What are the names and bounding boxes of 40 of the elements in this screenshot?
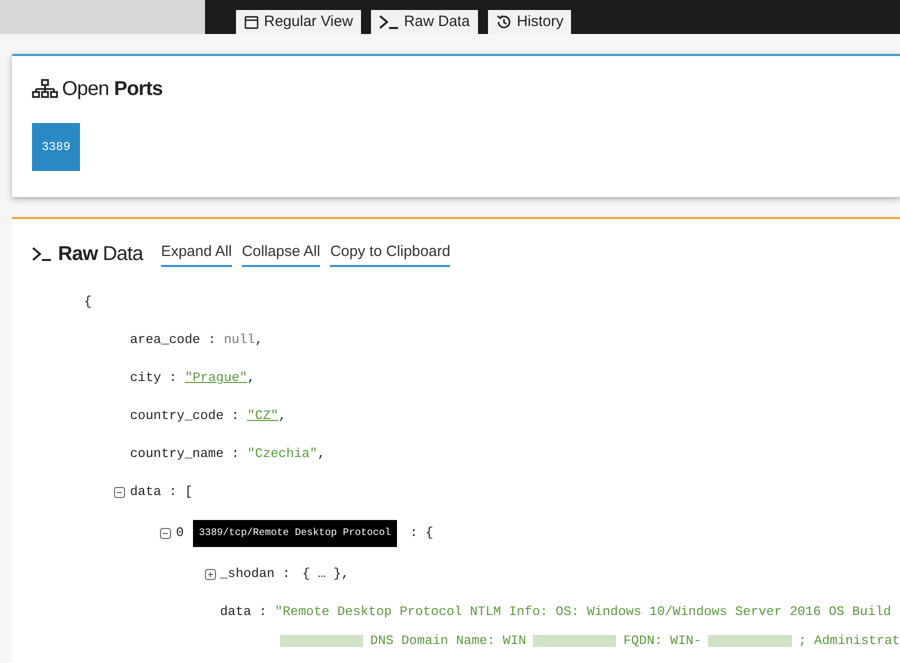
action-link[interactable]: Expand All: [160, 241, 232, 267]
view-tab[interactable]: Regular View: [236, 10, 361, 34]
collapse-toggle-icon[interactable]: [114, 486, 125, 498]
terminal-prompt-icon: [32, 247, 52, 261]
json-key: data :: [130, 482, 177, 502]
json-index: 0: [176, 524, 184, 542]
action-link[interactable]: Collapse All: [242, 241, 320, 267]
json-value: "Remote Desktop Protocol NTLM Info: OS: Windows 10/Windows Server 2016 OS Build: [274, 603, 892, 622]
view-tab[interactable]: History: [488, 10, 572, 34]
json-value: "Czechia": [247, 445, 318, 464]
json-key: data :: [220, 602, 267, 622]
json-key: area_code :: [130, 330, 216, 350]
action-link[interactable]: Copy to Clipboard: [330, 241, 450, 267]
json-brace: : {: [410, 524, 434, 542]
json-key: country_name :: [130, 444, 240, 464]
history-icon: [496, 14, 512, 30]
collapse-toggle-icon[interactable]: [160, 528, 171, 538]
json-value: ; Administrat: [798, 632, 900, 650]
json-key: city :: [130, 368, 177, 388]
section-title: Raw Data: [58, 242, 143, 267]
network-icon: [32, 79, 58, 99]
view-tab[interactable]: Raw Data: [370, 10, 478, 34]
json-key: country_code :: [130, 406, 240, 426]
json-comma: ,: [247, 369, 256, 388]
json-comma: ,: [255, 331, 263, 350]
json-comma: ,: [317, 445, 326, 464]
window-icon: [244, 14, 259, 30]
terminal-prompt-icon: [378, 15, 399, 29]
json-key: _shodan :: [220, 564, 290, 584]
json-bracket: [: [184, 483, 193, 502]
service-label: 3389/tcp/Remote Desktop Protocol: [192, 520, 397, 546]
section-title: Open Ports: [62, 77, 163, 102]
expand-toggle-icon[interactable]: [205, 568, 216, 580]
json-comma: ,: [278, 407, 286, 426]
json-brace: {: [84, 293, 92, 312]
port-badge[interactable]: 3389: [32, 123, 80, 171]
json-value: null: [224, 331, 256, 350]
collapsed-object: { … },: [302, 565, 350, 584]
json-value: FQDN: WIN-: [623, 632, 702, 650]
json-value: DNS Domain Name: WIN: [370, 632, 526, 650]
